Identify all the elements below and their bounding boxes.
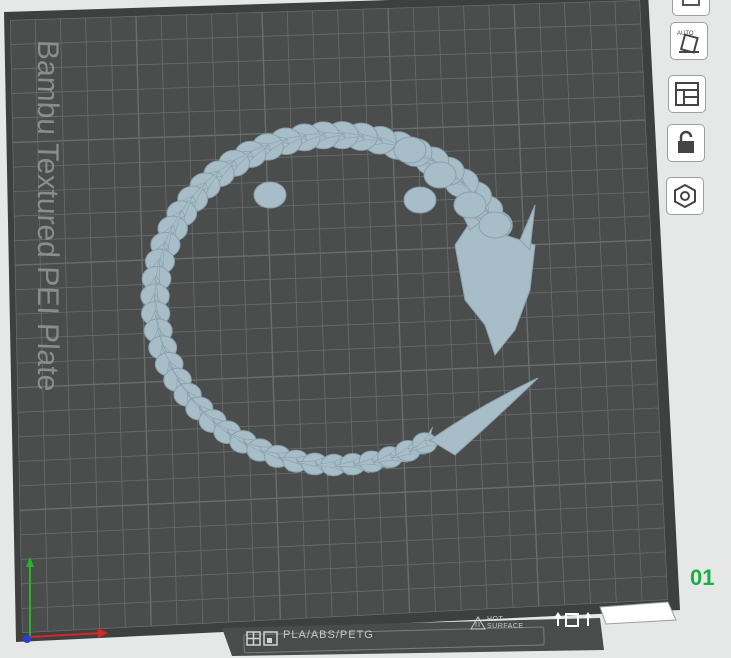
axis-indicator [23,557,108,643]
hot-surface-icon [470,616,486,630]
x-axis-line [29,632,102,638]
dragon-segment [393,136,427,164]
settings-button[interactable] [666,177,704,215]
hexagon-nut-icon [674,183,696,209]
dragon-segment [403,186,437,214]
arrow-up-icon [554,612,562,626]
y-axis-arrow [26,557,34,567]
x-axis-arrow [97,628,108,638]
3d-viewport[interactable]: Bambu Textured PEI Plate 01 PLA/ABS/PETG… [0,0,731,658]
auto-orient-icon: AUTO [677,31,699,54]
square-icon [565,613,579,627]
build-plate [10,0,668,633]
plate-name: Bambu Textured PEI Plate [31,39,64,392]
arrange-icon [675,82,699,106]
partial-toolbar-button[interactable] [672,0,710,16]
dragon-segment [423,161,457,189]
z-axis-dot [23,635,31,643]
partial-icon [682,0,700,6]
dragon-segment [253,181,287,209]
arrow-up-icon-2 [584,612,592,626]
dragon-segment [478,211,512,239]
auto-orient-button[interactable]: AUTO [670,22,708,60]
unlock-icon [678,130,694,153]
surface-label: SURFACE [487,623,524,630]
filament-types: PLA/ABS/PETG [283,629,374,641]
hot-surface-label: HOT SURFACE [487,616,547,630]
plate-icons [246,631,278,646]
dragon-segment [453,191,487,219]
arrange-button[interactable] [668,75,706,113]
plate-orientation-icons [554,612,592,627]
hot-label: HOT [487,616,504,623]
lock-button[interactable] [667,124,705,162]
plate-number[interactable]: 01 [690,565,714,591]
